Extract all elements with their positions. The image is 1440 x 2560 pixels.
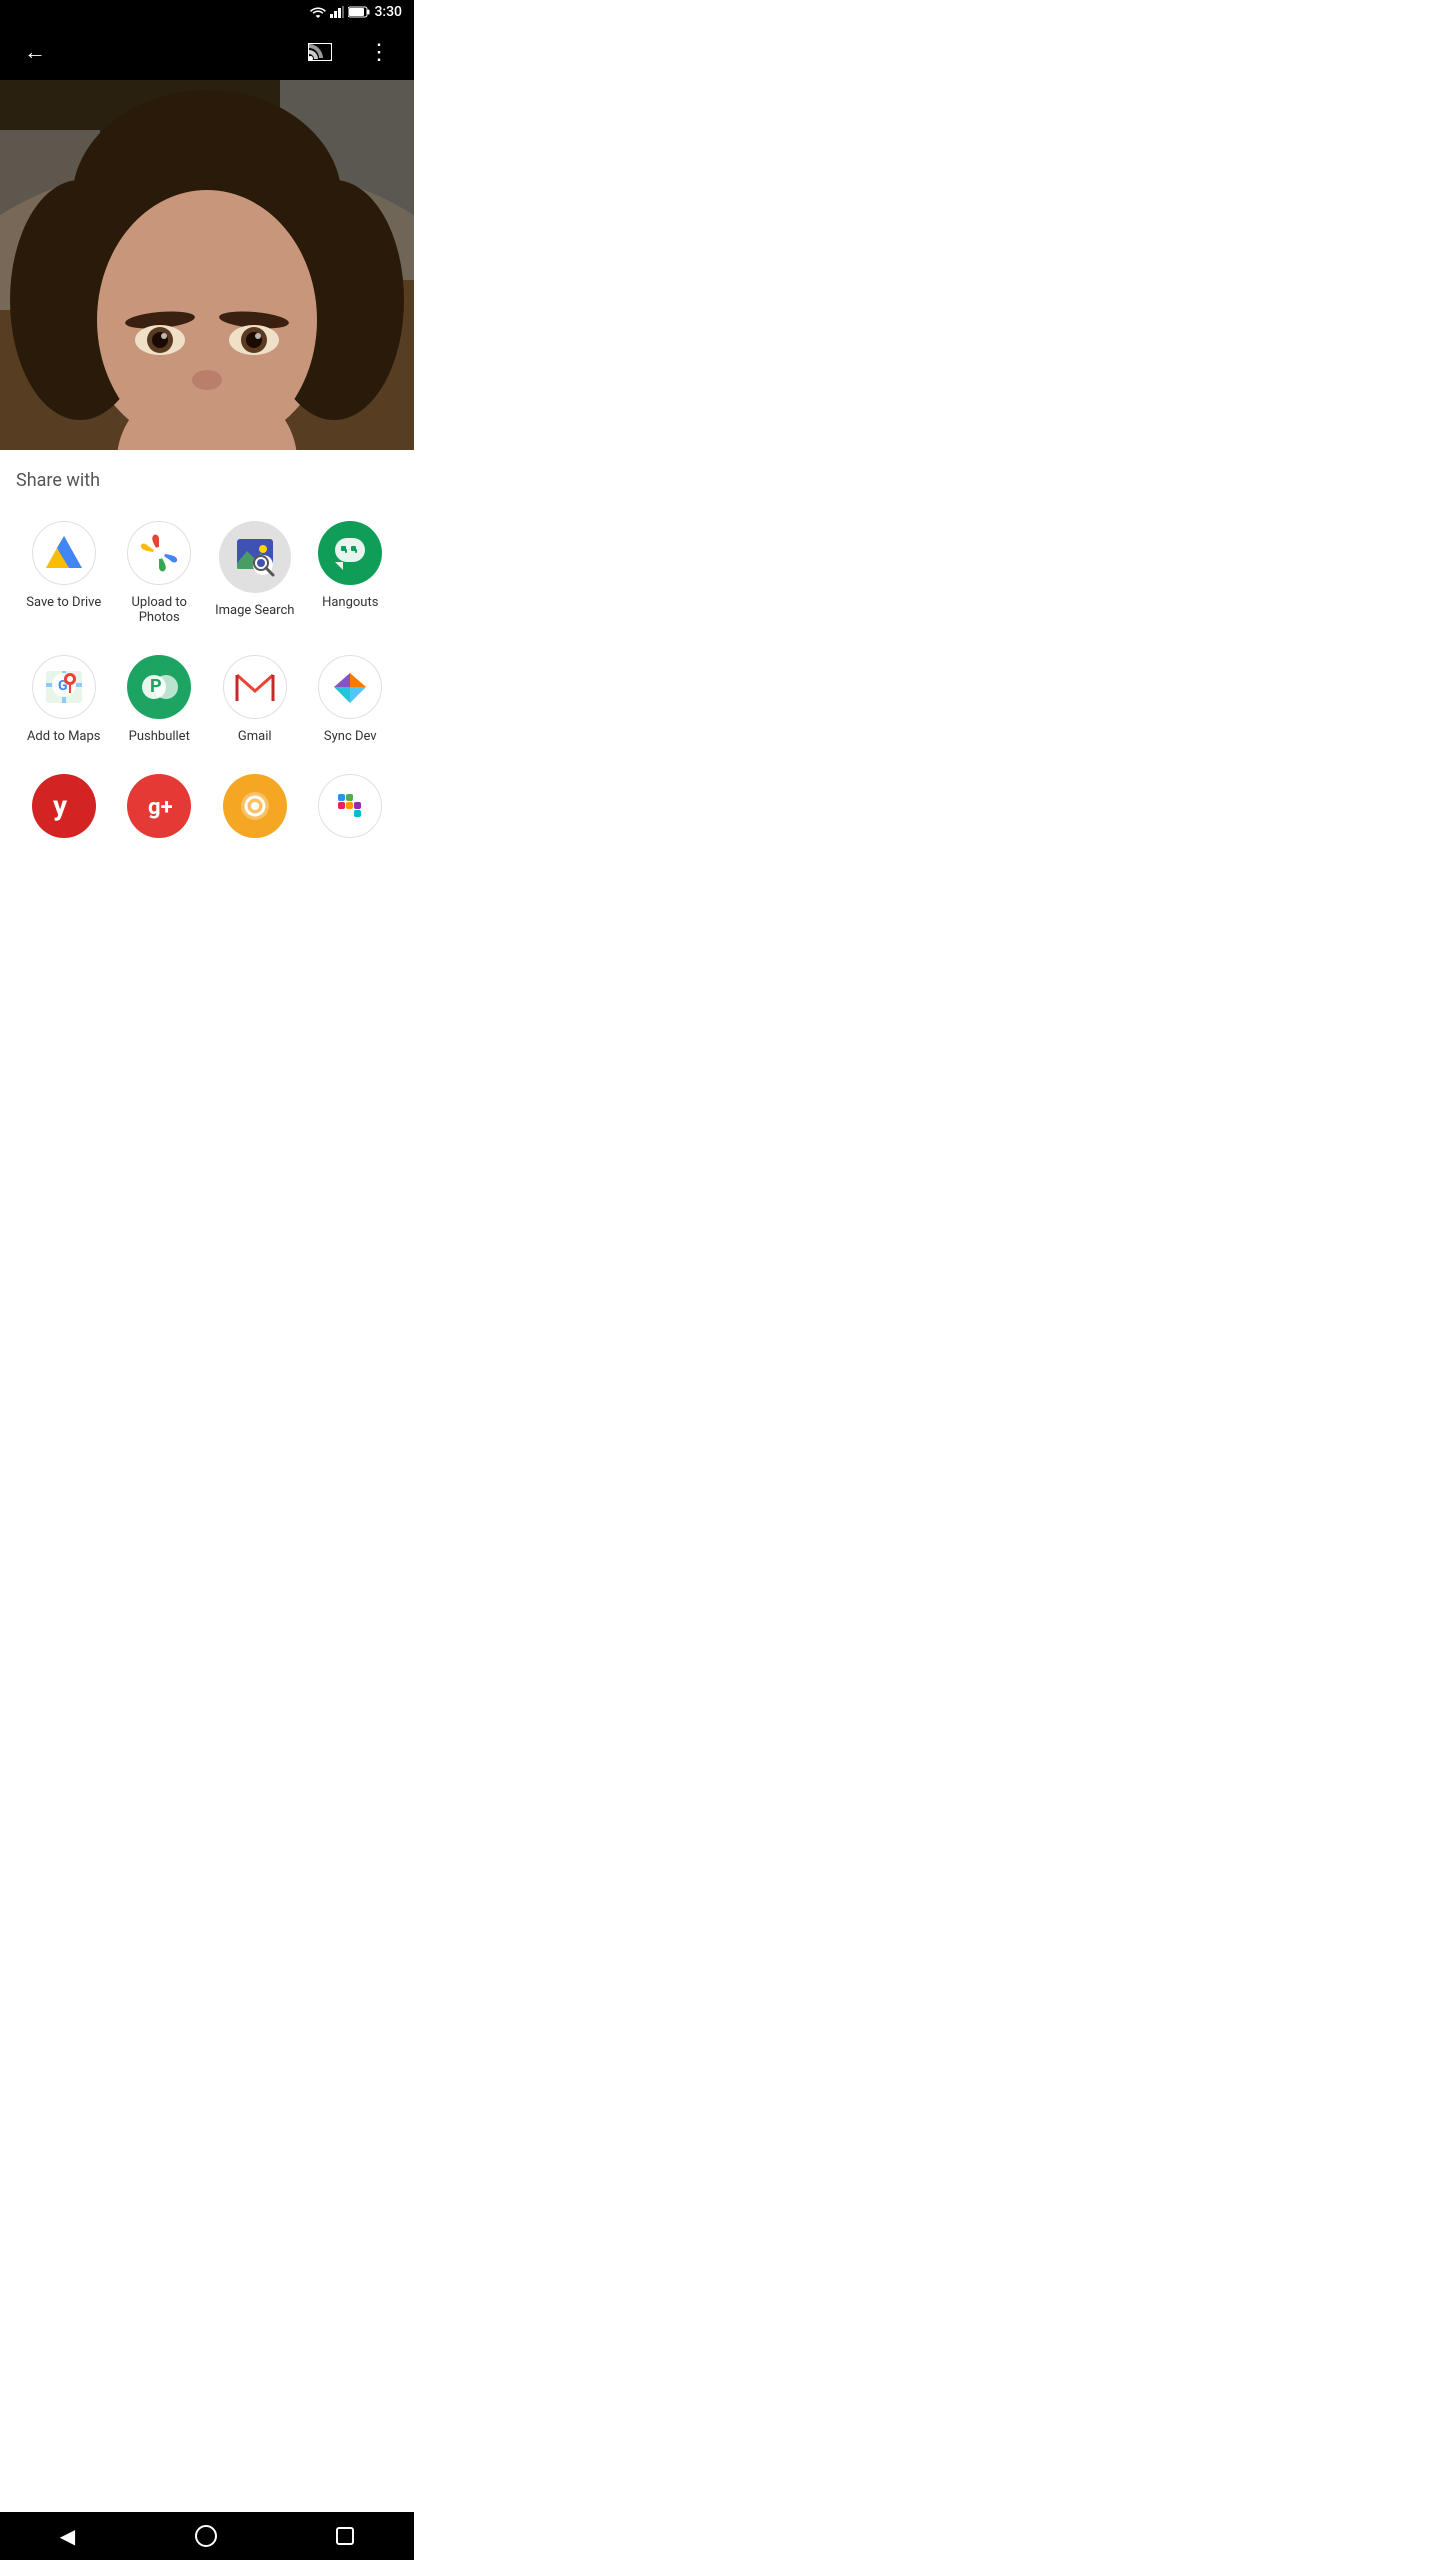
syncdev-icon — [328, 665, 372, 709]
drive-icon — [44, 534, 84, 572]
gplus-icon-container: g+ — [127, 774, 191, 838]
app-add-to-maps[interactable]: G Add to Maps — [16, 645, 112, 754]
top-bar-actions: ⋮ — [300, 31, 398, 73]
pushbullet-icon: P — [140, 668, 178, 706]
yelp-icon-container: y — [32, 774, 96, 838]
photos-icon — [137, 531, 181, 575]
back-nav-button[interactable]: ◀ — [40, 2516, 95, 2557]
drive-label: Save to Drive — [26, 595, 101, 610]
imagesearch-icon — [233, 535, 277, 579]
svg-text:P: P — [150, 676, 162, 697]
pushbullet-icon-container: P — [127, 655, 191, 719]
share-title: Share with — [16, 470, 398, 491]
gmail-icon-container — [223, 655, 287, 719]
gplus-icon: g+ — [140, 787, 178, 825]
top-bar: ← ⋮ — [0, 24, 414, 80]
imagesearch-label: Image Search — [215, 603, 294, 618]
photos-icon-container — [127, 521, 191, 585]
share-section: Share with Save to Drive — [0, 450, 414, 868]
cast-button[interactable] — [300, 35, 340, 69]
hangouts-icon-container — [318, 521, 382, 585]
maps-icon-container: G — [32, 655, 96, 719]
app-upload-to-photos[interactable]: Upload to Photos — [112, 511, 208, 635]
app-slack[interactable] — [303, 764, 399, 848]
back-nav-icon: ◀ — [60, 2526, 75, 2548]
battery-icon — [348, 6, 370, 18]
status-icons: 3:30 — [310, 4, 402, 20]
status-bar: 3:30 — [0, 0, 414, 24]
recents-nav-icon — [336, 2527, 354, 2545]
maps-icon: G — [42, 665, 86, 709]
app-finder[interactable] — [207, 764, 303, 848]
app-grid-row2: G Add to Maps P Pushbullet — [16, 645, 398, 754]
more-icon: ⋮ — [368, 39, 390, 64]
nav-bar: ◀ — [0, 2512, 414, 2560]
yelp-icon: y — [45, 787, 83, 825]
app-grid-row1: Save to Drive Upload to Photos — [16, 511, 398, 635]
cast-icon — [308, 43, 332, 61]
app-save-to-drive[interactable]: Save to Drive — [16, 511, 112, 635]
app-google-plus[interactable]: g+ — [112, 764, 208, 848]
hangouts-icon — [331, 534, 369, 572]
photos-label: Upload to Photos — [116, 595, 204, 625]
more-options-button[interactable]: ⋮ — [360, 31, 398, 73]
finder-icon-container — [223, 774, 287, 838]
app-sync-dev[interactable]: Sync Dev — [303, 645, 399, 754]
signal-icon — [330, 6, 344, 18]
back-button[interactable]: ← — [16, 31, 54, 73]
gmail-icon — [233, 665, 277, 709]
app-yelp[interactable]: y — [16, 764, 112, 848]
portrait-image — [0, 80, 414, 450]
home-nav-button[interactable] — [175, 2517, 237, 2555]
imagesearch-icon-container — [219, 521, 291, 593]
app-image-search[interactable]: Image Search — [207, 511, 303, 635]
slack-icon-container — [318, 774, 382, 838]
recents-nav-button[interactable] — [316, 2519, 374, 2553]
finder-icon — [236, 787, 274, 825]
photo-display — [0, 80, 414, 450]
pushbullet-label: Pushbullet — [129, 729, 190, 744]
hangouts-label: Hangouts — [322, 595, 378, 610]
maps-label: Add to Maps — [27, 729, 101, 744]
app-grid-row3: y g+ — [16, 764, 398, 848]
gmail-label: Gmail — [238, 729, 272, 744]
svg-text:g+: g+ — [148, 795, 173, 820]
app-hangouts[interactable]: Hangouts — [303, 511, 399, 635]
time-display: 3:30 — [374, 4, 402, 20]
app-gmail[interactable]: Gmail — [207, 645, 303, 754]
syncdev-label: Sync Dev — [324, 729, 377, 744]
slack-icon — [330, 786, 370, 826]
wifi-icon — [310, 6, 326, 18]
drive-icon-container — [32, 521, 96, 585]
syncdev-icon-container — [318, 655, 382, 719]
home-nav-icon — [195, 2525, 217, 2547]
app-pushbullet[interactable]: P Pushbullet — [112, 645, 208, 754]
svg-text:y: y — [53, 789, 68, 822]
